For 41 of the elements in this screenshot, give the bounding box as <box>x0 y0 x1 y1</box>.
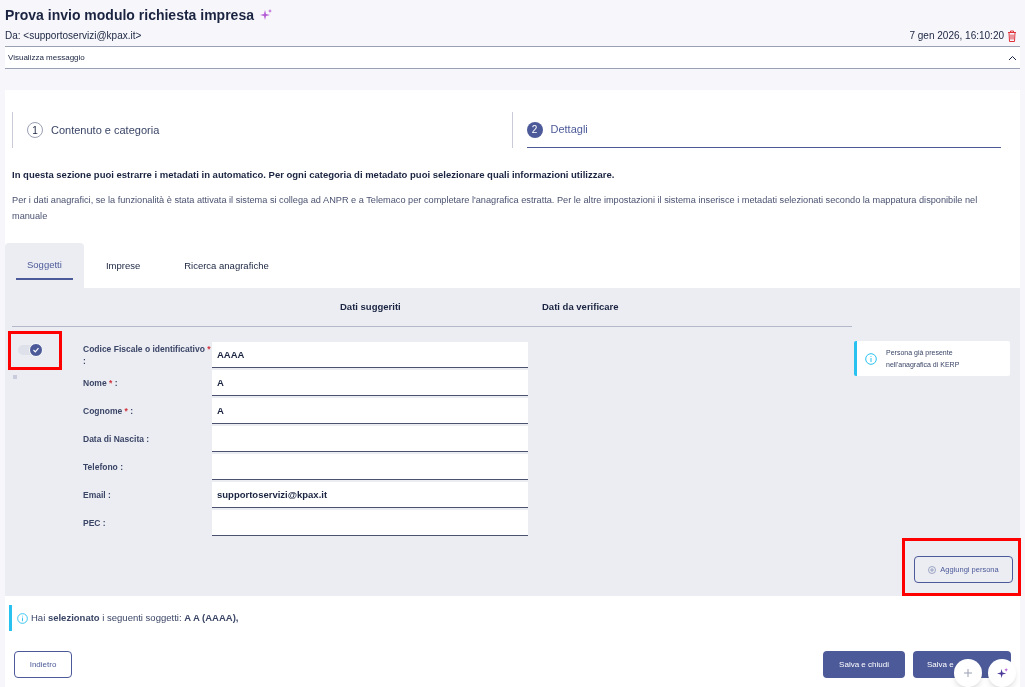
description-text: Per i dati anagrafici, se la funzionalità è stata attivata il sistema si collega ad ANPR e a Telemaco per completare l'anagrafica estratta. Per le altre impostazioni il sistema inserisce i metadati selezionati secondo la mappatura disponibile nel manuale <box>11 194 979 224</box>
sender-text: Da: <supportoservizi@kpax.it> <box>5 29 142 43</box>
message-toggle-bar[interactable]: Visualizza messaggio <box>5 47 1020 69</box>
field-label: PEC : <box>83 516 107 530</box>
trash-icon[interactable] <box>1007 29 1017 42</box>
column-heading: Dati suggeriti <box>340 300 401 315</box>
field-label: Telefono : <box>83 460 124 474</box>
input-field[interactable]: A <box>212 370 528 397</box>
info-icon <box>17 612 28 624</box>
step[interactable]: 1 Contenuto e categoria <box>12 112 502 148</box>
field-label: Codice Fiscale o identificativo * : <box>83 342 212 368</box>
tab[interactable]: Imprese <box>83 243 163 289</box>
input-field[interactable] <box>212 426 528 453</box>
summary-text: Hai selezionato i seguenti soggetti: A A (AAAA), <box>31 611 239 626</box>
drag-handle-icon[interactable] <box>13 375 17 380</box>
input-field[interactable]: AAAA <box>212 342 528 369</box>
sparkle-icon[interactable] <box>259 9 272 21</box>
field-label: Nome * : <box>83 376 119 390</box>
input-field[interactable] <box>212 454 528 481</box>
step[interactable]: 2 Dettagli <box>511 112 1013 148</box>
highlight-frame <box>8 331 62 371</box>
field-label: Email : <box>83 488 112 502</box>
message-title: Prova invio modulo richiesta impresa <box>5 5 254 25</box>
toggle-switch[interactable] <box>18 345 43 356</box>
plus-icon <box>963 668 973 678</box>
tab[interactable]: Soggetti <box>5 243 84 289</box>
field-label: Cognome * : <box>83 404 135 418</box>
info-icon <box>865 352 877 365</box>
date-text: 7 gen 2026, 16:10:20 <box>909 29 1004 43</box>
field-label: Data di Nascita : <box>83 432 151 446</box>
back-button[interactable]: Indietro <box>14 651 72 679</box>
input-field[interactable]: supportoservizi@kpax.it <box>212 482 528 509</box>
save-button[interactable]: Salva e chiudi <box>823 651 905 679</box>
plus-circle-icon <box>928 565 937 574</box>
input-field[interactable]: A <box>212 398 528 425</box>
intro-text: In questa sezione puoi estrarre i metadati in automatico. Per ogni categoria di metadato puoi selezionare quali informazioni utilizzare. <box>11 168 616 182</box>
sparkle-icon <box>996 667 1008 679</box>
input-field[interactable] <box>212 510 528 537</box>
check-icon <box>32 346 40 355</box>
column-heading: Dati da verificare <box>542 300 619 315</box>
tab[interactable]: Ricerca anagrafiche <box>162 243 291 289</box>
